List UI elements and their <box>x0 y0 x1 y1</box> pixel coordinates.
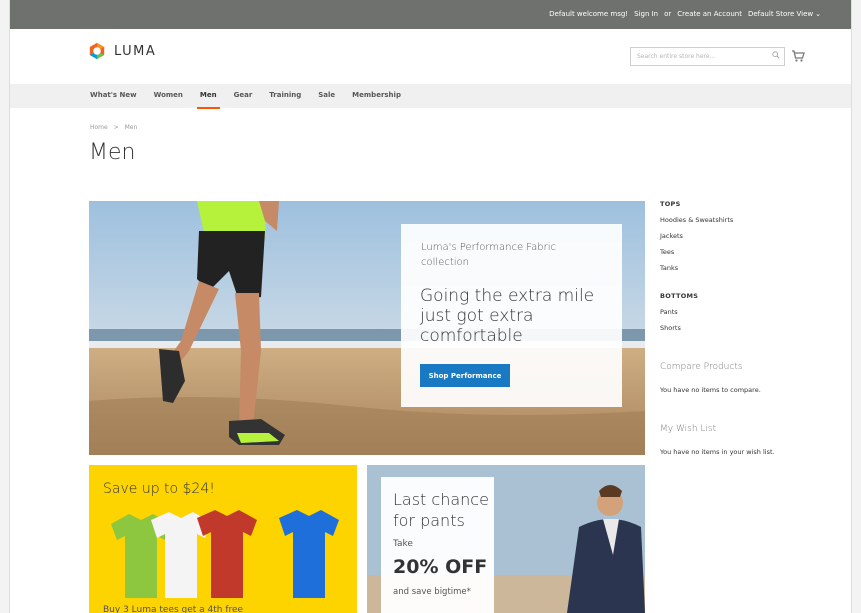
breadcrumb: Home > Men <box>90 124 137 131</box>
page-frame: Default welcome msg! Sign In or Create a… <box>10 0 851 613</box>
hero-promo-box: Luma's Performance Fabric collection Goi… <box>401 224 622 407</box>
sidebar-link-tees[interactable]: Tees <box>660 248 845 256</box>
breadcrumb-separator: > <box>113 124 119 131</box>
shop-performance-button[interactable]: Shop Performance <box>420 364 510 387</box>
hero-banner[interactable]: Luma's Performance Fabric collection Goi… <box>89 201 645 455</box>
bottoms-heading: BOTTOMS <box>660 292 699 300</box>
hero-subtitle: Luma's Performance Fabric collection <box>421 242 556 268</box>
breadcrumb-home[interactable]: Home <box>90 124 108 131</box>
sidebar: TOPS Hoodies & Sweatshirts Jackets Tees … <box>660 200 845 456</box>
store-view-switcher[interactable]: Default Store View ⌄ <box>748 10 821 18</box>
search-input[interactable]: Search entire store here... <box>630 47 785 66</box>
tees-promo-subtitle: Buy 3 Luma tees get a 4th free <box>103 605 244 613</box>
welcome-message: Default welcome msg! <box>549 10 629 18</box>
pants-promo-box: Last chance for pants Take 20% OFF and s… <box>381 477 494 613</box>
main-navigation: What's New Women Men Gear Training Sale … <box>10 84 851 109</box>
wishlist-note: You have no items in your wish list. <box>660 448 775 456</box>
cart-icon[interactable] <box>791 49 805 63</box>
sidebar-link-hoodies[interactable]: Hoodies & Sweatshirts <box>660 216 845 224</box>
sidebar-link-jackets[interactable]: Jackets <box>660 232 845 240</box>
header: LUMA Search entire store here... <box>10 29 851 84</box>
logo-text: LUMA <box>114 43 157 59</box>
nav-item-men[interactable]: Men <box>196 91 220 109</box>
hero-headline: Going the extra mile just got extra comf… <box>420 286 595 346</box>
tees-image <box>111 510 339 598</box>
nav-item-sale[interactable]: Sale <box>318 91 335 99</box>
search-placeholder: Search entire store here... <box>637 53 716 60</box>
pants-promo-take: Take <box>393 539 413 549</box>
search-icon[interactable] <box>772 51 780 59</box>
nav-item-membership[interactable]: Membership <box>352 91 401 99</box>
create-account-link[interactable]: Create an Account <box>677 10 742 18</box>
sign-in-link[interactable]: Sign In <box>634 10 658 18</box>
pants-promo-discount: 20% OFF <box>393 556 488 578</box>
store-view-label: Default Store View <box>747 10 814 18</box>
nav-item-training[interactable]: Training <box>269 91 301 99</box>
top-bar: Default welcome msg! Sign In or Create a… <box>10 0 851 29</box>
compare-products-title: Compare Products <box>660 362 743 372</box>
pants-promo-title: Last chance for pants <box>393 490 489 530</box>
luma-logo-icon <box>89 42 105 60</box>
nav-item-gear[interactable]: Gear <box>234 91 253 99</box>
compare-products-note: You have no items to compare. <box>660 386 761 394</box>
sidebar-link-shorts[interactable]: Shorts <box>660 324 845 332</box>
tees-promo-tile[interactable]: Save up to $24! Buy 3 Luma tees get a 4t… <box>89 465 357 613</box>
tops-heading: TOPS <box>660 200 681 208</box>
sidebar-link-pants[interactable]: Pants <box>660 308 845 316</box>
wishlist-title: My Wish List <box>660 424 717 434</box>
nav-item-whats-new[interactable]: What's New <box>90 91 137 99</box>
chevron-down-icon: ⌄ <box>815 10 821 18</box>
or-text: or <box>664 10 672 18</box>
sidebar-link-tanks[interactable]: Tanks <box>660 264 845 272</box>
pants-promo-tile[interactable]: Last chance for pants Take 20% OFF and s… <box>367 465 645 613</box>
nav-item-women[interactable]: Women <box>154 91 183 99</box>
page-title: Men <box>89 140 136 165</box>
pants-promo-save: and save bigtime* <box>393 587 471 597</box>
tees-promo-title: Save up to $24! <box>103 481 215 497</box>
breadcrumb-current: Men <box>124 124 138 131</box>
logo[interactable]: LUMA <box>88 42 156 60</box>
